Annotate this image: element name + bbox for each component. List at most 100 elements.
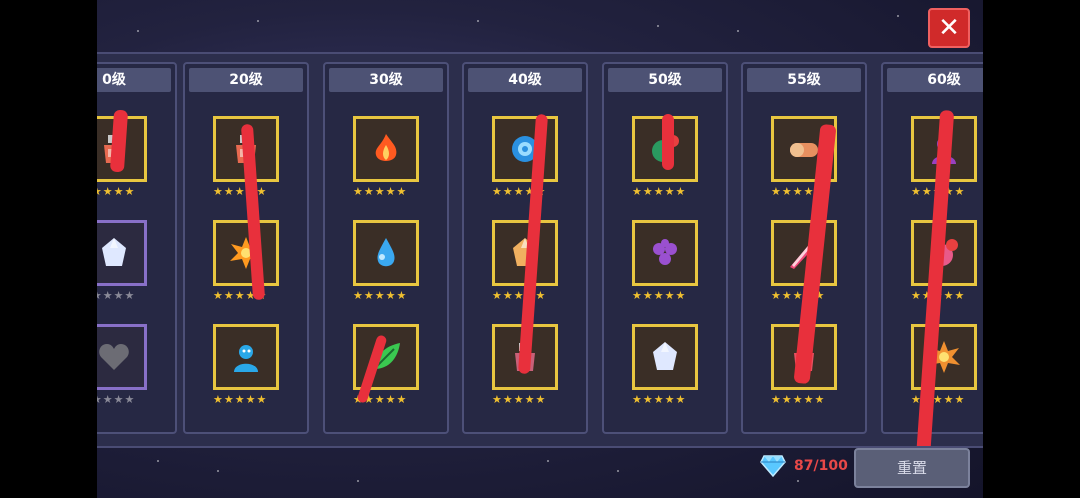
rating-star-icon: ★ (502, 185, 513, 198)
rating-star-icon: ★ (245, 393, 256, 406)
rating-star-icon: ★ (374, 185, 385, 198)
rating-star-icon: ★ (234, 289, 245, 302)
rating-star-icon: ★ (792, 185, 803, 198)
star-rating: ★★★★★ (213, 290, 283, 302)
rating-star-icon: ★ (664, 289, 675, 302)
rating-star-icon: ★ (535, 289, 546, 302)
rating-star-icon: ★ (803, 393, 814, 406)
rating-star-icon: ★ (385, 185, 396, 198)
star-rating: ★★★★★ (492, 394, 562, 406)
rating-star-icon: ★ (954, 393, 965, 406)
gem-count: 87/100 (794, 458, 848, 474)
rating-star-icon: ★ (781, 289, 792, 302)
talent-tile[interactable] (97, 324, 147, 390)
rating-star-icon: ★ (814, 393, 825, 406)
background-star (657, 25, 659, 27)
star-rating: ★★★★★ (97, 290, 151, 302)
star-rating: ★★★★★ (97, 394, 151, 406)
rating-star-icon: ★ (675, 393, 686, 406)
rating-star-icon: ★ (943, 393, 954, 406)
star-rating: ★★★★★ (632, 186, 702, 198)
star-rating: ★★★★★ (213, 394, 283, 406)
talent-tile[interactable] (353, 116, 419, 182)
rating-star-icon: ★ (234, 185, 245, 198)
rating-star-icon: ★ (535, 393, 546, 406)
rating-star-icon: ★ (97, 186, 102, 198)
star-rating: ★★★★★ (353, 186, 423, 198)
talent-column: 0级★★★★★★★★★★★★★★★ (97, 62, 177, 434)
rating-star-icon: ★ (502, 393, 513, 406)
rating-star-icon: ★ (502, 289, 513, 302)
rating-star-icon: ★ (771, 393, 781, 406)
star-rating: ★★★★★ (97, 186, 151, 198)
star-rating: ★★★★★ (632, 394, 702, 406)
rating-star-icon: ★ (632, 393, 642, 406)
star-rating: ★★★★★ (771, 186, 841, 198)
level-header: 50级 (608, 68, 722, 92)
background-star (157, 460, 159, 462)
rating-star-icon: ★ (781, 393, 792, 406)
rating-star-icon: ★ (492, 185, 502, 198)
rating-star-icon: ★ (954, 289, 965, 302)
rating-star-icon: ★ (513, 185, 524, 198)
water-drop-icon (377, 238, 395, 267)
talent-tile[interactable] (353, 220, 419, 286)
rating-star-icon: ★ (781, 185, 792, 198)
rating-star-icon: ★ (102, 393, 113, 406)
rating-star-icon: ★ (642, 289, 653, 302)
rating-star-icon: ★ (653, 185, 664, 198)
talent-tile[interactable] (492, 116, 558, 182)
talent-tile[interactable] (213, 220, 279, 286)
rating-star-icon: ★ (363, 185, 374, 198)
background-star (797, 480, 799, 482)
background-star (137, 30, 139, 32)
talent-panel: 0级★★★★★★★★★★★★★★★20级★★★★★★★★★★★★★★★30级★★… (97, 52, 983, 448)
rating-star-icon: ★ (223, 393, 234, 406)
talent-tile[interactable] (97, 220, 147, 286)
rating-star-icon: ★ (213, 393, 223, 406)
background-star (257, 20, 259, 22)
rating-star-icon: ★ (653, 289, 664, 302)
rating-star-icon: ★ (213, 185, 223, 198)
level-header: 60级 (887, 68, 983, 92)
talent-tile[interactable] (632, 220, 698, 286)
rating-star-icon: ★ (113, 185, 124, 198)
rating-star-icon: ★ (396, 185, 407, 198)
rating-star-icon: ★ (256, 393, 267, 406)
background-star (547, 460, 549, 462)
rating-star-icon: ★ (374, 289, 385, 302)
rating-star-icon: ★ (642, 185, 653, 198)
shadow-figure-icon (234, 345, 258, 372)
star-rating: ★★★★★ (492, 186, 562, 198)
rating-star-icon: ★ (513, 393, 524, 406)
rating-star-icon: ★ (792, 393, 803, 406)
talent-column: 40级★★★★★★★★★★★★★★★ (462, 62, 588, 434)
rating-star-icon: ★ (213, 289, 223, 302)
background-star (617, 470, 619, 472)
reset-button[interactable]: 重置 (854, 448, 970, 488)
level-header: 0级 (97, 68, 171, 92)
star-rating: ★★★★★ (911, 290, 981, 302)
rating-star-icon: ★ (653, 393, 664, 406)
background-star (477, 20, 479, 22)
rating-star-icon: ★ (102, 185, 113, 198)
rating-star-icon: ★ (396, 393, 407, 406)
rating-star-icon: ★ (642, 393, 653, 406)
rating-star-icon: ★ (675, 289, 686, 302)
rating-star-icon: ★ (664, 393, 675, 406)
rating-star-icon: ★ (632, 185, 642, 198)
background-star (737, 30, 739, 32)
rating-star-icon: ★ (124, 289, 135, 302)
fire-icon (375, 134, 397, 161)
talent-column: 30级★★★★★★★★★★★★★★★ (323, 62, 449, 434)
talent-column: 20级★★★★★★★★★★★★★★★ (183, 62, 309, 434)
scribble-mark (662, 114, 674, 170)
close-button[interactable]: ✕ (928, 8, 970, 48)
talent-tile[interactable] (632, 324, 698, 390)
rating-star-icon: ★ (124, 393, 135, 406)
rating-star-icon: ★ (353, 289, 363, 302)
rating-star-icon: ★ (363, 289, 374, 302)
talent-tile[interactable] (213, 324, 279, 390)
rating-star-icon: ★ (943, 289, 954, 302)
rating-star-icon: ★ (124, 185, 135, 198)
